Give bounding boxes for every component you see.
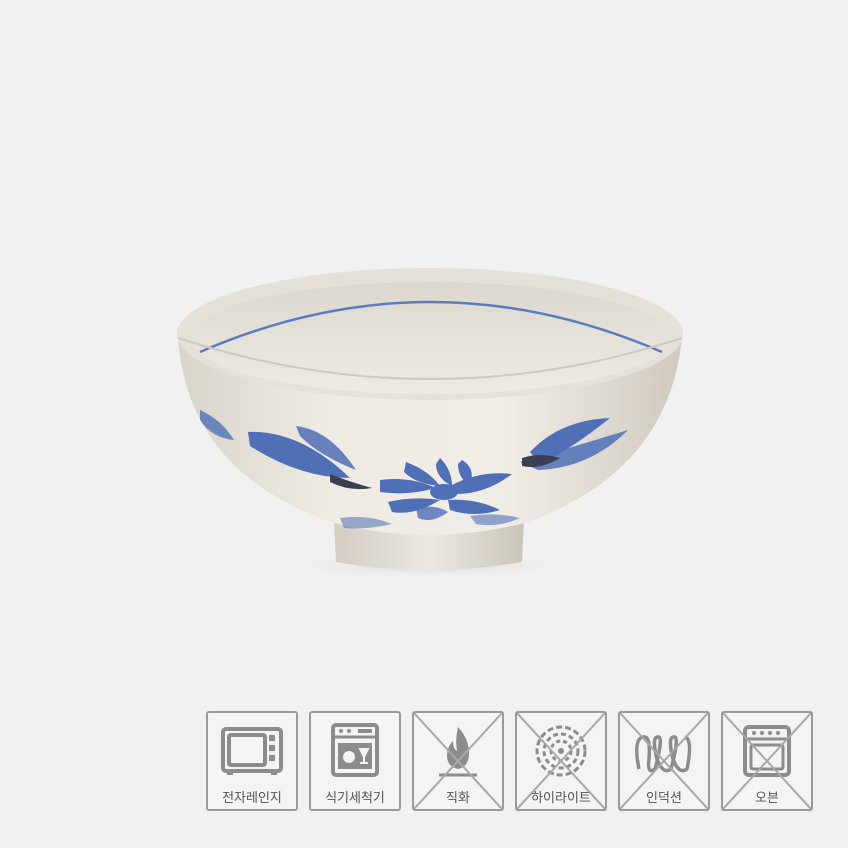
oven-icon <box>743 725 791 777</box>
highlight-badge: 하이라이트 <box>515 711 607 811</box>
usage-icon-row: 전자레인지 식기세척기 직화 하이라이트 인덕션 오븐 <box>206 711 813 811</box>
badge-label: 전자레인지 <box>222 791 282 806</box>
badge-label: 오븐 <box>755 791 779 806</box>
highlight-burner-icon <box>535 725 587 777</box>
dishwasher-icon <box>331 723 379 777</box>
oven-badge: 오븐 <box>721 711 813 811</box>
induction-badge: 인덕션 <box>618 711 710 811</box>
bowl-illustration <box>177 268 683 580</box>
badge-label: 인덕션 <box>646 791 682 806</box>
badge-label: 하이라이트 <box>531 791 591 806</box>
bowl-interior <box>190 282 670 394</box>
induction-coil-icon <box>635 735 692 773</box>
badge-label: 식기세척기 <box>325 791 385 806</box>
dishwasher-badge: 식기세척기 <box>309 711 401 811</box>
microwave-icon <box>221 727 283 775</box>
flame-badge: 직화 <box>412 711 504 811</box>
badge-label: 직화 <box>446 791 470 806</box>
microwave-badge: 전자레인지 <box>206 711 298 811</box>
flame-icon <box>439 727 477 777</box>
product-photo <box>0 0 848 700</box>
